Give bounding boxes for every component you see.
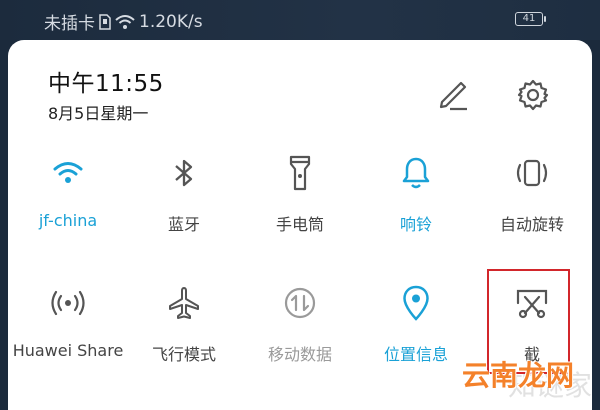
pencil-icon <box>439 81 467 111</box>
wifi-icon <box>48 153 88 193</box>
tile-airplane-mode[interactable]: 飞行模式 <box>126 283 242 383</box>
tile-huawei-share[interactable]: Huawei Share <box>10 283 126 383</box>
tile-auto-rotate[interactable]: 自动旋转 <box>474 153 590 253</box>
location-icon <box>396 283 436 323</box>
network-speed: 1.20K/s <box>139 11 203 32</box>
battery-icon: 41 <box>515 12 543 26</box>
clock-date: 8月5日星期一 <box>48 104 149 123</box>
carrier-text: 未插卡 <box>44 14 95 34</box>
status-left: 未插卡 1.20K/s <box>44 9 203 35</box>
tile-ringer[interactable]: 响铃 <box>358 153 474 253</box>
battery-tip <box>544 16 546 22</box>
tile-location[interactable]: 位置信息 <box>358 283 474 383</box>
tile-label: 蓝牙 <box>167 215 200 234</box>
flashlight-icon <box>280 153 320 193</box>
gear-icon <box>517 79 549 111</box>
tile-label: 移动数据 <box>267 345 332 364</box>
tile-wifi[interactable]: jf-china <box>10 153 126 253</box>
tile-label: 飞行模式 <box>151 345 216 364</box>
tile-label: jf-china <box>38 211 98 230</box>
tile-label: 位置信息 <box>383 345 448 364</box>
tile-flashlight[interactable]: 手电筒 <box>242 153 358 253</box>
clock-time: 中午11:55 <box>48 71 164 97</box>
rotate-icon <box>512 153 552 193</box>
tile-label: 响铃 <box>399 215 432 234</box>
tile-bluetooth[interactable]: 蓝牙 <box>126 153 242 253</box>
airplane-icon <box>164 283 204 323</box>
bluetooth-icon <box>164 153 204 193</box>
tile-label: 自动旋转 <box>499 215 564 234</box>
sim-icon <box>99 13 111 30</box>
bell-icon <box>396 153 436 193</box>
battery-level: 41 <box>522 13 536 24</box>
share-icon <box>48 283 88 323</box>
mobile-data-icon <box>280 283 320 323</box>
status-bar: 未插卡 1.20K/s 41 <box>0 0 600 40</box>
edit-button[interactable] <box>436 78 470 112</box>
tile-mobile-data[interactable]: 移动数据 <box>242 283 358 383</box>
tile-label: Huawei Share <box>12 341 124 360</box>
tile-label: 手电筒 <box>275 215 324 234</box>
watermark-logo: 云南龙网 <box>462 359 575 392</box>
settings-button[interactable] <box>516 78 550 112</box>
wifi-icon <box>115 14 135 30</box>
